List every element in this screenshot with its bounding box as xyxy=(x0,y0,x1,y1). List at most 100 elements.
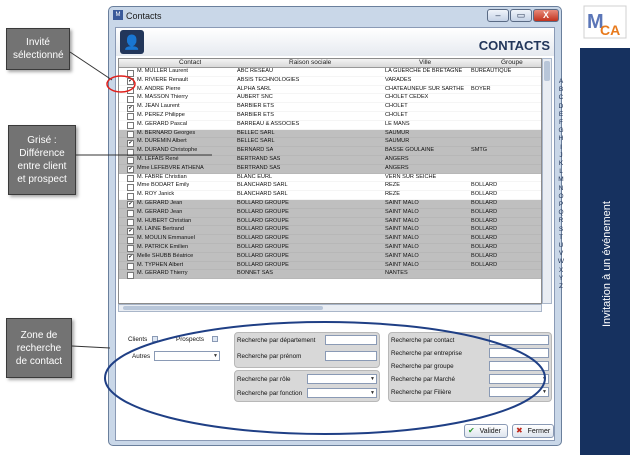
row-checkbox[interactable] xyxy=(127,245,134,253)
alphabet-letter[interactable]: P xyxy=(556,201,566,209)
alphabet-letter[interactable]: L xyxy=(556,168,566,176)
row-checkbox[interactable]: ✔ xyxy=(127,166,134,174)
table-row[interactable]: M. PATRICK Emilien BOLLARD GROUPE SAINT MA… xyxy=(119,243,541,253)
row-checkbox[interactable]: ✔ xyxy=(127,201,134,209)
entreprise-input[interactable] xyxy=(489,348,549,358)
row-checkbox[interactable]: ✔ xyxy=(127,104,134,112)
table-row[interactable]: ✔ M. DUREMIN Albert BELLEC SARL SAUMUR xyxy=(119,138,541,148)
row-checkbox[interactable] xyxy=(127,157,134,165)
row-checkbox[interactable] xyxy=(127,219,134,227)
row-checkbox[interactable] xyxy=(127,95,134,103)
row-checkbox[interactable] xyxy=(127,87,134,95)
minimize-button[interactable]: – xyxy=(487,9,509,22)
fonction-select[interactable] xyxy=(307,388,377,398)
table-row[interactable]: M. PEREZ Philippe BARBIER ETS CHOLET xyxy=(119,112,541,121)
contact-search-input[interactable] xyxy=(489,335,549,345)
alphabet-letter[interactable]: V xyxy=(556,250,566,258)
table-row[interactable]: M. TYPHEN Albert BOLLARD GROUPE SAINT MALO… xyxy=(119,261,541,271)
alphabet-letter[interactable]: M xyxy=(556,176,566,184)
row-checkbox[interactable] xyxy=(127,263,134,271)
row-checkbox[interactable] xyxy=(127,271,134,279)
row-checkbox[interactable] xyxy=(127,69,134,77)
table-row[interactable]: M. MULLER Laurent ABC RÉSEAU LA GUERCHE DE… xyxy=(119,68,541,77)
alphabet-letter[interactable]: A xyxy=(556,78,566,86)
row-checkbox[interactable]: ✔ xyxy=(127,78,134,86)
table-row[interactable]: M. GERARD Jean BOLLARD GROUPE SAINT MALO BO… xyxy=(119,208,541,218)
table-row[interactable]: M. FABRE Christian BLANC EURL VERN SUR SEI… xyxy=(119,174,541,183)
row-checkbox[interactable] xyxy=(127,122,134,130)
table-row[interactable]: M. ROY Janick BLANCHARD SARL REZE BOLLARD xyxy=(119,191,541,200)
table-row[interactable]: ✔ M. GERARD Jean BOLLARD GROUPE SAINT MALO B… xyxy=(119,199,541,209)
col-raison[interactable]: Raison sociale xyxy=(289,59,331,67)
alphabet-letter[interactable]: U xyxy=(556,242,566,250)
cell-groupe: BOLLARD xyxy=(471,243,498,250)
table-row[interactable]: ✔ M. JEAN Laurent BARBIER ETS CHOLET xyxy=(119,103,541,112)
row-checkbox[interactable] xyxy=(127,236,134,244)
col-groupe[interactable]: Groupe xyxy=(501,59,523,67)
row-checkbox[interactable] xyxy=(127,192,134,200)
table-row[interactable]: M. DURAND Christophe BERNARD SA BASSE GOUL… xyxy=(119,147,541,156)
row-checkbox[interactable] xyxy=(127,131,134,139)
role-select[interactable] xyxy=(307,374,377,384)
alphabet-letter[interactable]: X xyxy=(556,267,566,275)
alphabet-letter[interactable]: J xyxy=(556,152,566,160)
prenom-input[interactable] xyxy=(325,351,377,361)
alphabet-letter[interactable]: K xyxy=(556,160,566,168)
cell-contact: M. LEFAIS René xyxy=(137,155,179,162)
row-checkbox[interactable] xyxy=(127,183,134,191)
alphabet-letter[interactable]: N xyxy=(556,185,566,193)
clients-checkbox[interactable] xyxy=(152,336,158,342)
row-checkbox[interactable]: ✔ xyxy=(127,139,134,147)
alphabet-letter[interactable]: Y xyxy=(556,275,566,283)
table-row[interactable]: M. ANDRÉ Pierre ALPHA SARL CHATEAUNEUF SUR… xyxy=(119,86,541,95)
row-checkbox[interactable]: ✔ xyxy=(127,254,134,262)
table-row[interactable]: Mme BODART Emily BLANCHARD SARL REZE BOLLAR… xyxy=(119,182,541,192)
filiere-select[interactable] xyxy=(489,387,549,397)
row-checkbox[interactable] xyxy=(127,210,134,218)
alphabet-letter[interactable]: Q xyxy=(556,209,566,217)
alphabet-letter[interactable]: W xyxy=(556,258,566,266)
table-row[interactable]: M. HUBERT Christian BOLLARD GROUPE SAINT M… xyxy=(119,217,541,227)
cell-ville: SAINT MALO xyxy=(385,226,419,233)
row-checkbox[interactable] xyxy=(127,175,134,183)
alphabet-letter[interactable]: S xyxy=(556,226,566,234)
close-button[interactable]: X xyxy=(533,9,559,22)
autres-select[interactable] xyxy=(154,351,220,361)
alphabet-letter[interactable]: R xyxy=(556,217,566,225)
grid-horizontal-scrollbar[interactable] xyxy=(118,304,542,312)
marche-select[interactable] xyxy=(489,374,549,384)
maximize-button[interactable]: ▭ xyxy=(510,9,532,22)
row-checkbox[interactable] xyxy=(127,148,134,156)
alphabet-letter[interactable]: T xyxy=(556,234,566,242)
table-row[interactable]: M. MASSON Thierry AUBERT SNC CHOLET CEDEX xyxy=(119,94,541,104)
table-row[interactable]: ✔ M. LAINE Bertrand BOLLARD GROUPE SAINT MA… xyxy=(119,226,541,236)
table-row[interactable]: M. GERARD Pascal BARREAU & ASSOCIÉS LE MAN… xyxy=(119,121,541,130)
alphabet-letter[interactable]: O xyxy=(556,193,566,201)
valider-button[interactable]: ✔ Valider xyxy=(464,424,508,438)
groupe-input[interactable] xyxy=(489,361,549,371)
alphabet-letter[interactable]: E xyxy=(556,111,566,119)
prospects-checkbox[interactable] xyxy=(212,336,218,342)
col-ville[interactable]: Ville xyxy=(419,59,431,67)
alphabet-letter[interactable]: I xyxy=(556,144,566,152)
row-checkbox[interactable] xyxy=(127,113,134,121)
table-row[interactable]: ✔ Melle SHUBB Béatrice BOLLARD GROUPE SAINT… xyxy=(119,252,541,262)
table-row[interactable]: M. LEFAIS René BERTRAND SAS ANGERS xyxy=(119,155,541,165)
alphabet-letter[interactable]: B xyxy=(556,86,566,94)
fermer-button[interactable]: ✖ Fermer xyxy=(512,424,554,438)
alphabet-letter[interactable]: C xyxy=(556,94,566,102)
alphabet-letter[interactable]: F xyxy=(556,119,566,127)
table-row[interactable]: M. MOULIN Emmanuel BOLLARD GROUPE SAINT MA… xyxy=(119,235,541,244)
grid-vertical-scrollbar[interactable] xyxy=(542,58,552,304)
table-row[interactable]: ✔ Mme LEFEBVRE ATHENA BERTRAND SAS ANGERS xyxy=(119,164,541,174)
alphabet-letter[interactable]: Z xyxy=(556,283,566,291)
alphabet-letter[interactable]: G xyxy=(556,127,566,135)
col-contact[interactable]: Contact xyxy=(179,59,201,67)
row-checkbox[interactable]: ✔ xyxy=(127,227,134,235)
dept-input[interactable] xyxy=(325,335,377,345)
table-row[interactable]: M. GERARD Thierry BONNET SAS NANTES xyxy=(119,270,541,280)
table-row[interactable]: M. BERNARD Georges BELLEC SARL SAUMUR xyxy=(119,129,541,139)
table-row[interactable]: ✔ M. RIVIERE Renault ABSIS TECHNOLOGIES VAR… xyxy=(119,77,541,86)
alphabet-letter[interactable]: D xyxy=(556,103,566,111)
alphabet-letter[interactable]: H xyxy=(556,135,566,143)
